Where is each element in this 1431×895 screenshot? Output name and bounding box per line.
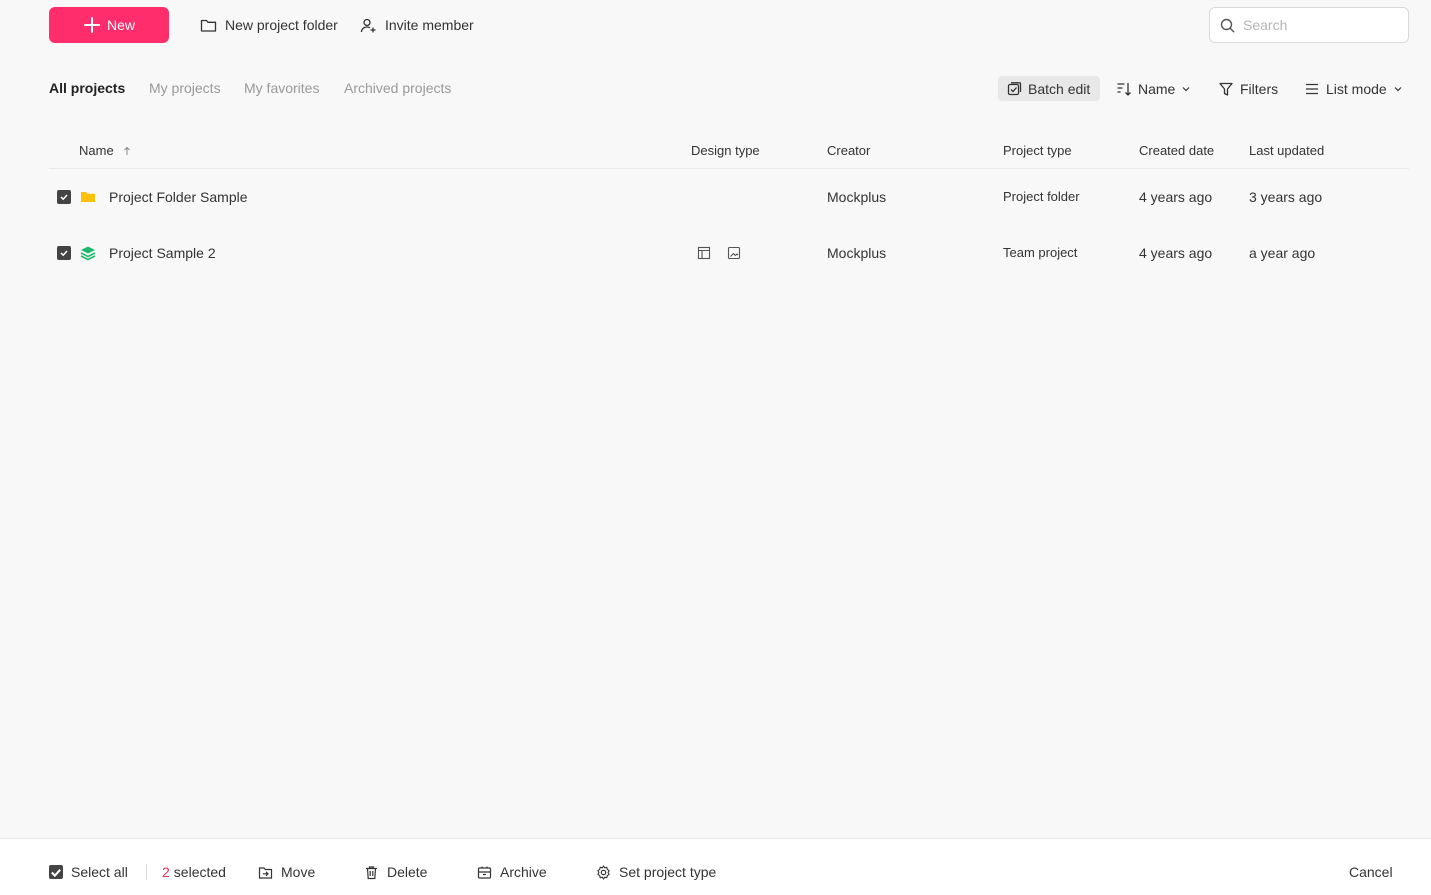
search-icon xyxy=(1220,18,1235,32)
checkmark-icon xyxy=(60,194,68,201)
move-button[interactable]: Move xyxy=(258,862,315,882)
delete-button[interactable]: Delete xyxy=(364,862,427,882)
select-all-check[interactable] xyxy=(49,865,63,879)
selected-count: 2 selected xyxy=(162,862,226,882)
plus-icon xyxy=(83,17,100,33)
select-all-checkbox[interactable]: Select all xyxy=(49,862,128,882)
gear-icon xyxy=(597,864,610,880)
last-updated-cell: 3 years ago xyxy=(1249,189,1323,205)
row-checkbox[interactable] xyxy=(57,246,71,260)
project-name[interactable]: Project Sample 2 xyxy=(109,244,216,262)
set-project-type-button[interactable]: Set project type xyxy=(596,862,716,882)
invite-member-label: Invite member xyxy=(385,17,474,33)
invite-member-button[interactable]: Invite member xyxy=(360,14,474,36)
chevron-down-icon xyxy=(1394,86,1402,91)
created-date-cell: 4 years ago xyxy=(1139,245,1213,261)
selected-count-number: 2 xyxy=(162,864,170,880)
new-project-folder-button[interactable]: New project folder xyxy=(200,14,338,36)
image-icon[interactable] xyxy=(727,246,741,260)
chevron-down-icon xyxy=(1182,86,1190,91)
created-date-cell: 4 years ago xyxy=(1139,189,1213,205)
new-button-label: New xyxy=(106,17,135,33)
select-all-label: Select all xyxy=(71,864,128,880)
selected-count-suffix: selected xyxy=(173,864,226,880)
layers-icon xyxy=(80,246,96,261)
last-updated-cell: a year ago xyxy=(1249,245,1316,261)
creator-cell: Mockplus xyxy=(827,189,887,205)
view-mode-label: List mode xyxy=(1326,80,1387,97)
delete-label: Delete xyxy=(387,864,428,880)
list-icon xyxy=(1306,83,1318,94)
layout-icon[interactable] xyxy=(697,246,711,260)
checkmark-icon xyxy=(60,250,68,257)
column-header-name-label: Name xyxy=(79,143,114,158)
filters-button[interactable]: Filters xyxy=(1218,76,1278,101)
archive-label: Archive xyxy=(500,864,547,880)
new-button[interactable]: New xyxy=(49,7,169,43)
column-header-project-type[interactable]: Project type xyxy=(1003,143,1072,159)
new-project-folder-label: New project folder xyxy=(225,17,338,33)
checkmark-icon xyxy=(51,868,61,877)
move-label: Move xyxy=(281,864,316,880)
creator-cell: Mockplus xyxy=(827,245,887,261)
view-mode-dropdown[interactable]: List mode xyxy=(1304,76,1403,101)
tab-archived-projects[interactable]: Archived projects xyxy=(344,79,451,97)
project-type-cell: Project folder xyxy=(1003,189,1080,204)
divider xyxy=(146,864,147,880)
column-header-design-type[interactable]: Design type xyxy=(691,143,760,159)
column-header-creator[interactable]: Creator xyxy=(827,143,870,159)
sort-label: Name xyxy=(1138,80,1176,97)
search-input[interactable] xyxy=(1243,17,1393,33)
table-header-divider xyxy=(49,168,1409,169)
project-name[interactable]: Project Folder Sample xyxy=(109,188,248,206)
cancel-button[interactable]: Cancel xyxy=(1349,862,1393,882)
tab-all-projects[interactable]: All projects xyxy=(49,79,125,97)
archive-button[interactable]: Archive xyxy=(477,862,547,882)
sort-dropdown[interactable]: Name xyxy=(1116,76,1191,101)
sort-ascending-icon xyxy=(123,146,130,155)
row-checkbox[interactable] xyxy=(57,190,71,204)
trash-icon xyxy=(366,865,377,879)
folder-outline-icon xyxy=(200,19,217,32)
column-header-last-updated[interactable]: Last updated xyxy=(1249,143,1324,159)
archive-icon xyxy=(477,866,492,879)
filter-icon xyxy=(1219,82,1233,96)
project-type-cell: Team project xyxy=(1003,245,1078,260)
column-header-created-date[interactable]: Created date xyxy=(1139,143,1214,159)
filters-label: Filters xyxy=(1240,80,1279,97)
batch-edit-label: Batch edit xyxy=(1028,80,1091,97)
move-icon xyxy=(258,866,273,879)
add-user-icon xyxy=(360,18,376,32)
batch-edit-icon xyxy=(1007,81,1022,95)
tab-my-projects[interactable]: My projects xyxy=(149,79,221,97)
column-header-name[interactable]: Name xyxy=(79,143,132,159)
batch-edit-button[interactable]: Batch edit xyxy=(998,76,1100,101)
folder-icon xyxy=(81,192,95,202)
search-box[interactable] xyxy=(1209,7,1409,43)
tab-my-favorites[interactable]: My favorites xyxy=(244,79,319,97)
sort-icon xyxy=(1117,82,1131,96)
set-project-type-label: Set project type xyxy=(619,864,717,880)
